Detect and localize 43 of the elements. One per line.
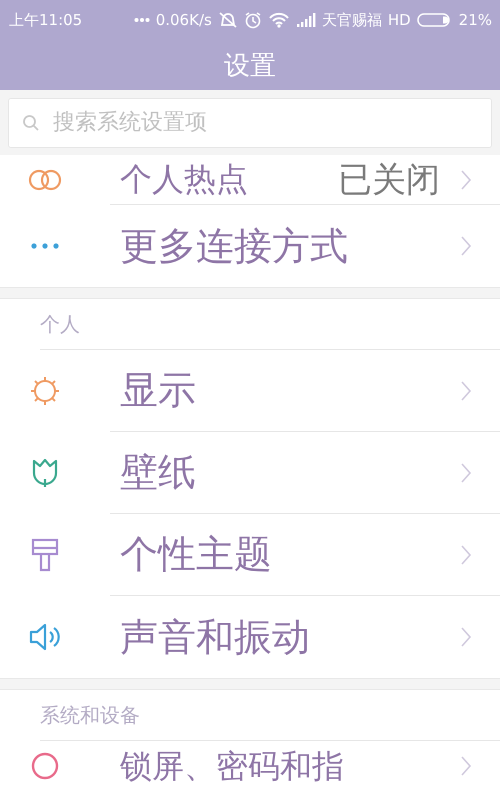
row-label: 锁屏、密码和指 xyxy=(119,746,344,786)
section-header: 系统和设备 xyxy=(40,702,140,728)
chevron-icon xyxy=(460,380,472,402)
settings-row[interactable]: 壁纸 xyxy=(0,432,500,514)
chevron-icon xyxy=(460,462,472,484)
search-field[interactable]: 搜索系统设置项 xyxy=(8,98,492,148)
dots-icon xyxy=(134,17,150,23)
settings-row[interactable]: 更多连接方式 xyxy=(0,205,500,287)
speaker-icon xyxy=(28,622,62,652)
chevron-icon xyxy=(460,544,472,566)
muted-bell-icon xyxy=(218,11,238,29)
circle-icon xyxy=(30,751,60,781)
rings-icon xyxy=(28,167,62,193)
settings-row[interactable]: 声音和振动 xyxy=(0,596,500,678)
tulip-icon xyxy=(30,457,60,489)
clock: 上午11:05 xyxy=(9,10,82,30)
signal-icon xyxy=(296,13,316,27)
screen-title: 设置 xyxy=(224,50,276,82)
settings-row[interactable]: 个人热点 已关闭 xyxy=(0,155,500,205)
dots-icon xyxy=(30,242,60,250)
battery-percent: 21% xyxy=(458,11,492,29)
wifi-icon xyxy=(268,12,290,28)
row-label: 声音和振动 xyxy=(119,614,310,660)
network-speed: 0.06K/s xyxy=(156,11,212,29)
section-header: 个人 xyxy=(40,310,80,338)
paint-roller-icon xyxy=(31,538,59,572)
row-label: 个性主题 xyxy=(119,531,272,578)
row-label: 显示 xyxy=(119,367,196,414)
chevron-icon xyxy=(460,755,472,777)
sun-icon xyxy=(28,374,62,408)
chevron-icon xyxy=(460,235,472,257)
carrier-name: 天官赐福 xyxy=(322,10,382,30)
row-label: 更多连接方式 xyxy=(119,222,348,270)
chevron-icon xyxy=(460,168,472,190)
settings-row[interactable]: 个性主题 xyxy=(0,514,500,596)
row-value: 已关闭 xyxy=(338,158,440,202)
alarm-icon xyxy=(244,11,262,29)
chevron-icon xyxy=(460,626,472,648)
row-label: 壁纸 xyxy=(119,449,196,496)
network-type: HD xyxy=(388,11,411,29)
settings-row[interactable]: 锁屏、密码和指 xyxy=(0,741,500,790)
row-label: 个人热点 xyxy=(119,160,248,199)
settings-row[interactable]: 显示 xyxy=(0,350,500,432)
